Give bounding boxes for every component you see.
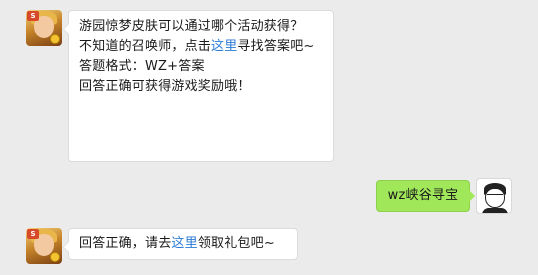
avatar-badge: S — [27, 11, 39, 21]
avatar-shirt — [482, 208, 508, 213]
user-message-bubble: wz峡谷寻宝 — [376, 180, 475, 212]
reply-line: 回答正确，请去这里领取礼包吧~ — [79, 236, 275, 251]
answer-link[interactable]: 这里 — [211, 39, 237, 54]
avatar-coin-icon — [50, 252, 60, 262]
question-text: 游园惊梦皮肤可以通过哪个活动获得？ — [79, 19, 304, 34]
gift-link[interactable]: 这里 — [171, 236, 197, 251]
avatar-coin-icon — [50, 34, 60, 44]
avatar-glasses — [487, 194, 503, 199]
bot-avatar-icon[interactable]: S — [26, 228, 62, 264]
avatar-badge: S — [27, 229, 39, 239]
user-avatar-icon[interactable] — [476, 178, 512, 214]
bot-reply-bubble: 回答正确，请去这里领取礼包吧~ — [63, 228, 298, 260]
reward-text: 回答正确可获得游戏奖励哦！ — [79, 79, 251, 94]
bot-avatar-icon[interactable]: S — [26, 10, 62, 46]
hint-line: 不知道的召唤师，点击这里寻找答案吧~ — [79, 39, 315, 54]
format-text: 答题格式：WZ+答案 — [79, 59, 205, 74]
user-answer-text: wz峡谷寻宝 — [387, 188, 459, 203]
bot-message-bubble: 游园惊梦皮肤可以通过哪个活动获得？ 不知道的召唤师，点击这里寻找答案吧~ 答题格… — [63, 10, 334, 162]
